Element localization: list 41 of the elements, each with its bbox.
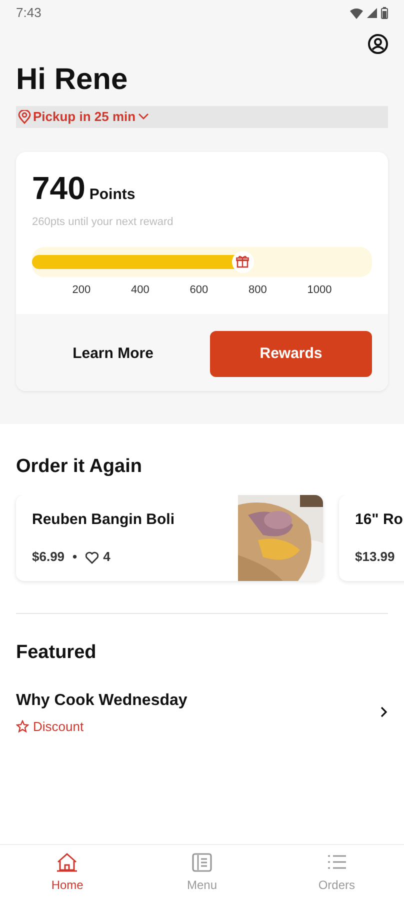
featured-title: Why Cook Wednesday bbox=[16, 690, 188, 711]
nav-tab[interactable]: Menu bbox=[134, 845, 270, 900]
tick-label: 200 bbox=[72, 282, 91, 298]
location-pin-icon bbox=[18, 110, 31, 124]
rewards-button[interactable]: Rewards bbox=[210, 331, 372, 377]
item-name: Reuben Bangin Boli bbox=[32, 510, 176, 530]
like-count: 4 bbox=[103, 548, 110, 566]
points-label: Points bbox=[89, 184, 136, 204]
section-title: Order it Again bbox=[16, 456, 143, 479]
star-icon bbox=[16, 720, 29, 733]
menu-book-icon bbox=[191, 852, 213, 872]
item-price: $13.99 bbox=[355, 548, 395, 566]
chevron-down-icon bbox=[138, 113, 149, 120]
chevron-right-icon bbox=[380, 706, 388, 718]
learn-more-button[interactable]: Learn More bbox=[32, 331, 194, 377]
tick-label: 600 bbox=[190, 282, 208, 298]
order-card[interactable]: Reuben Bangin Boli $6.99 • 4 bbox=[16, 494, 323, 581]
pickup-selector[interactable]: Pickup in 25 min bbox=[16, 106, 388, 128]
featured-row[interactable]: Why Cook Wednesday Discount bbox=[0, 688, 404, 736]
battery-icon bbox=[381, 7, 388, 19]
points-value: 740 bbox=[32, 172, 86, 204]
discount-tag: Discount bbox=[33, 716, 84, 736]
greeting-title: Hi Rene bbox=[16, 62, 129, 98]
order-card[interactable]: 16" Ro $13.99 bbox=[339, 494, 404, 581]
tick-label: 800 bbox=[248, 282, 267, 298]
tick-label: 1000 bbox=[307, 282, 332, 298]
signal-icon bbox=[367, 8, 377, 18]
account-icon[interactable] bbox=[368, 34, 388, 54]
section-title: Featured bbox=[16, 642, 98, 665]
status-time: 7:43 bbox=[16, 4, 42, 22]
gift-icon bbox=[236, 255, 250, 268]
reward-subtitle: 260pts until your next reward bbox=[32, 215, 174, 230]
item-price: $6.99 bbox=[32, 548, 65, 566]
separator-dot: • bbox=[72, 548, 78, 566]
home-icon bbox=[56, 852, 78, 872]
item-name: 16" Ro bbox=[355, 510, 404, 530]
nav-tab[interactable]: Home bbox=[0, 845, 135, 900]
wifi-icon bbox=[350, 8, 363, 18]
heart-icon bbox=[85, 550, 100, 564]
tick-label: 400 bbox=[130, 282, 150, 298]
nav-tab[interactable]: Orders bbox=[269, 845, 404, 900]
